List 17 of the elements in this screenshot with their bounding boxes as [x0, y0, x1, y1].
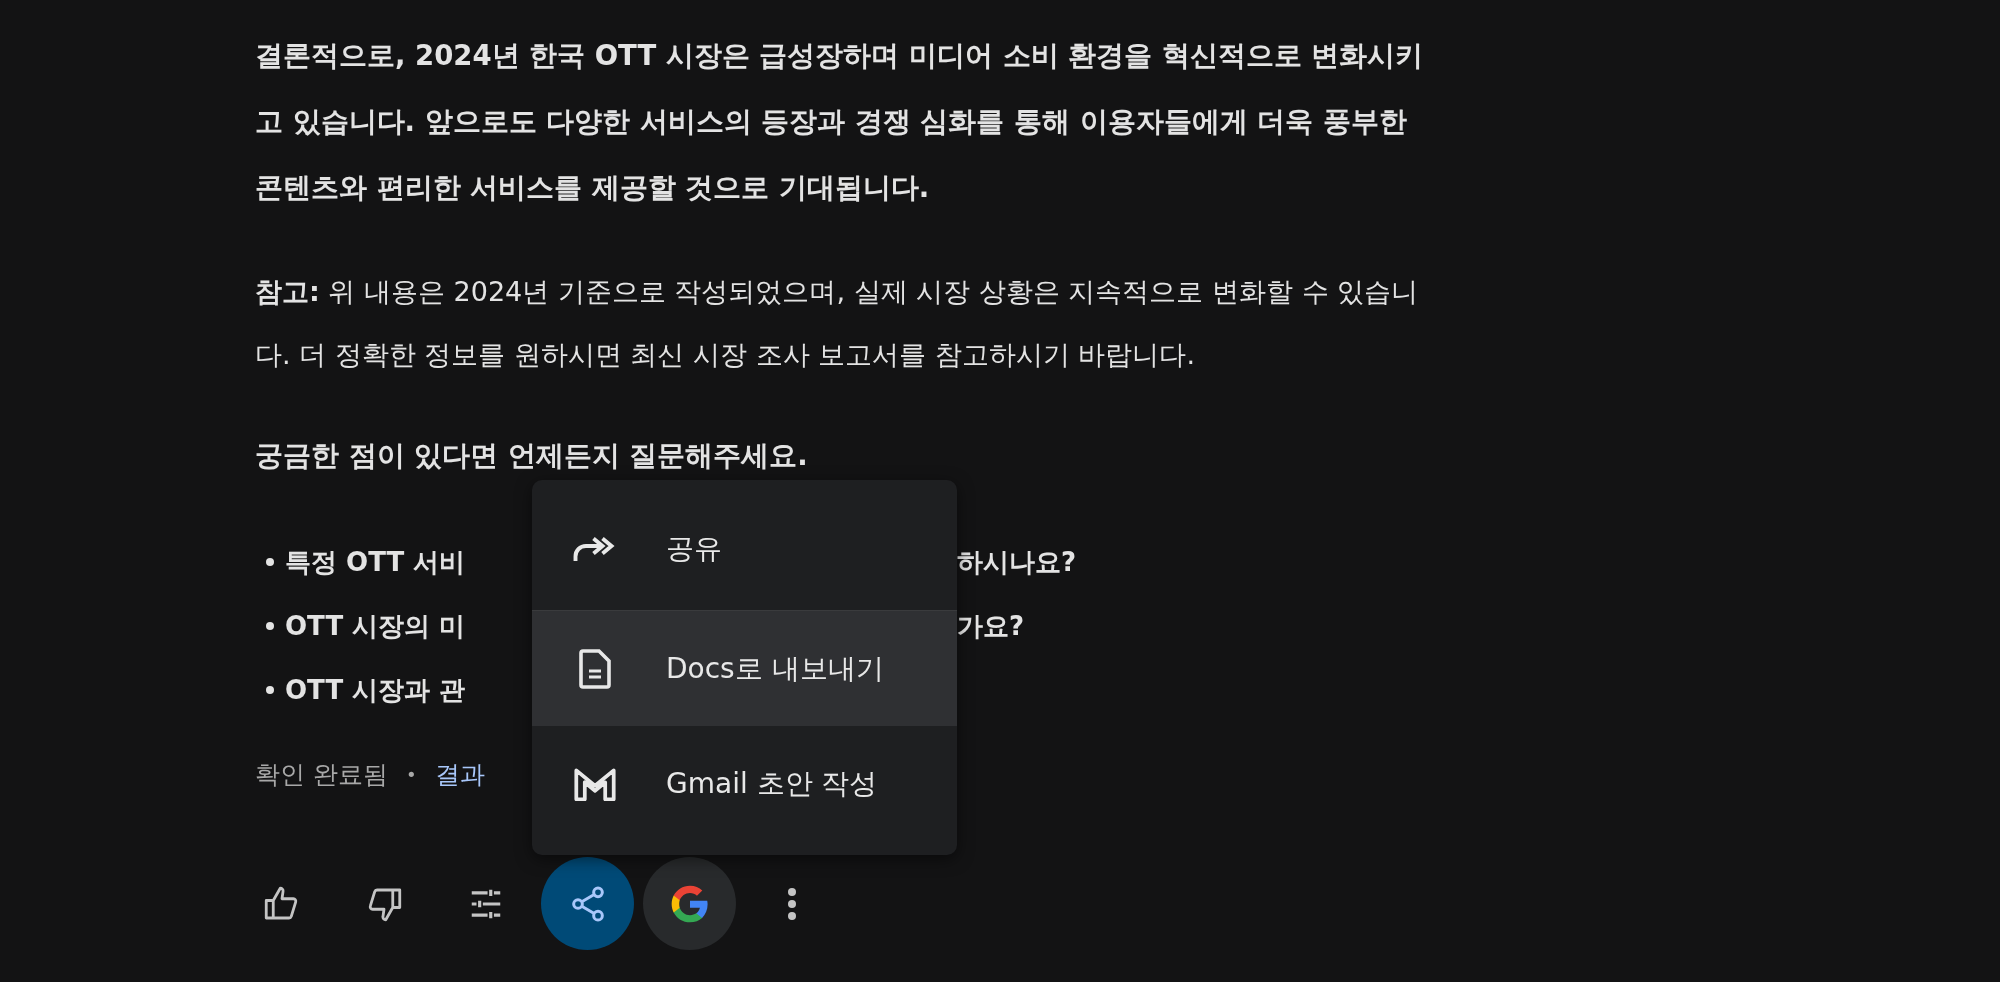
more-options-icon [785, 885, 798, 922]
menu-item[interactable]: Gmail 초안 작성 [532, 726, 957, 841]
bullet-icon [266, 622, 274, 630]
suggestion-text: 가요? [957, 609, 1026, 643]
results-link[interactable]: 결과 [434, 757, 485, 791]
bullet-icon [266, 558, 274, 566]
suggestion-text: OTT 시장의 미 [285, 609, 467, 643]
menu-item[interactable]: Docs로 내보내기 [532, 611, 957, 726]
question-text: 궁금한 점이 있다면 언제든지 질문해주세요. [255, 438, 809, 473]
suggestion-text: 특정 OTT 서비 [285, 545, 467, 579]
bullet-icon [266, 686, 274, 694]
verified-label: 확인 완료됨 [255, 758, 388, 791]
note-paragraph: 참고: 위 내용은 2024년 기준으로 작성되었으며, 실제 시장 상황은 지속적으로 변화할 수 있습니다. 더 정확한 정보를 원하시면 최신 시장 조사 보고서를 참고하시기 바랍니다. [255, 275, 1420, 372]
suggestion-text: 하시나요? [957, 545, 1078, 579]
separator-text: • [405, 763, 417, 785]
conclusion-paragraph: 결론적으로, 2024년 한국 OTT 시장은 급성장하며 미디어 소비 환경을 혁신적으로 변화시키고 있습니다. 앞으로도 다양한 서비스의 등장과 경쟁 심화를 통해 이용자들에게 더욱 풍부한 콘텐츠와 편리한 서비스를 제공할 것으로 기대됩니다. [255, 38, 1425, 205]
suggestion-text: OTT 시장과 관 [285, 673, 467, 707]
